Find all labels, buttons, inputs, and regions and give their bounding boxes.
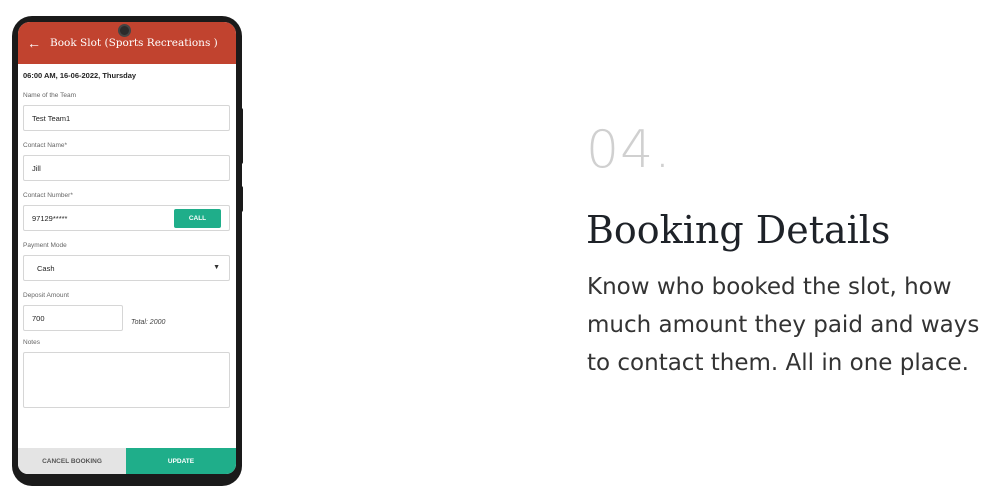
feature-title: Booking Details [586, 208, 891, 252]
contact-number-value: 97129***** [32, 213, 68, 223]
payment-mode-value: Cash [37, 263, 55, 273]
update-button[interactable]: UPDATE [126, 448, 236, 474]
feature-description: Know who booked the slot, how much amoun… [587, 274, 980, 376]
payment-mode-label: Payment Mode [23, 242, 67, 249]
booking-date-time: 06:00 AM, 16-06-2022, Thursday [23, 71, 137, 80]
contact-name-value: Jill [32, 163, 41, 173]
dropdown-arrow-icon: ▼ [213, 264, 220, 271]
deposit-amount-value: 700 [32, 313, 45, 323]
team-name-value: Test Team1 [32, 113, 71, 123]
total-amount: Total: 2000 [131, 319, 166, 326]
team-name-label: Name of the Team [23, 92, 76, 99]
cancel-booking-button[interactable]: CANCEL BOOKING [18, 448, 126, 474]
camera-icon [118, 24, 131, 37]
app-bar-title: Book Slot (Sports Recreations ) [50, 37, 218, 49]
call-button[interactable]: CALL [174, 209, 221, 228]
contact-name-label: Contact Name* [23, 142, 68, 149]
back-arrow-icon[interactable]: ← [18, 36, 44, 50]
phone-screen: ← Book Slot (Sports Recreations ) 06:00 … [18, 22, 236, 474]
notes-textarea[interactable] [23, 352, 230, 408]
action-bar: CANCEL BOOKING UPDATE [18, 448, 236, 474]
phone-power-button [238, 186, 243, 212]
deposit-amount-label: Deposit Amount [23, 292, 69, 299]
notes-label: Notes [23, 339, 40, 346]
deposit-amount-input[interactable]: 700 [23, 305, 123, 331]
phone-volume-button [238, 108, 243, 164]
payment-mode-select[interactable]: Cash ▼ [23, 255, 230, 281]
contact-name-input[interactable]: Jill [23, 155, 230, 181]
contact-number-label: Contact Number* [23, 192, 73, 199]
contact-number-input[interactable]: 97129***** CALL [23, 205, 230, 231]
team-name-input[interactable]: Test Team1 [23, 105, 230, 131]
step-number: 04. [586, 120, 672, 180]
